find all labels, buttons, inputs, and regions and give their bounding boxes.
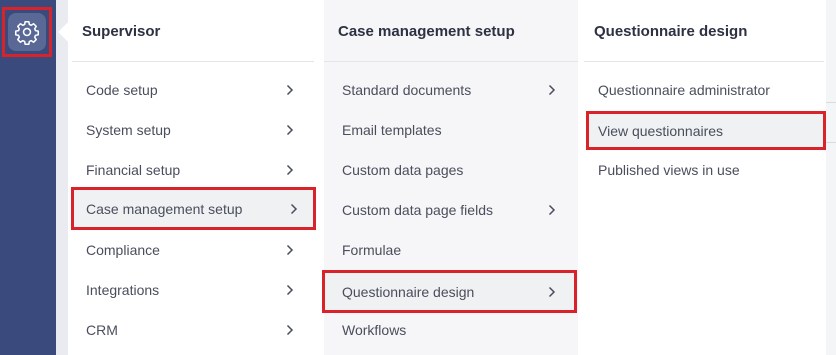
chevron-right-icon xyxy=(282,82,298,98)
menu-item-questionnaire-administrator[interactable]: Questionnaire administrator xyxy=(584,70,826,110)
chevron-right-icon xyxy=(544,284,560,300)
chevron-right-icon xyxy=(544,202,560,218)
menu-item-formulae[interactable]: Formulae xyxy=(324,230,578,270)
menu-item-view-questionnaires[interactable]: View questionnaires xyxy=(586,111,826,150)
menu-item-label: Questionnaire design xyxy=(342,283,475,300)
chevron-right-icon xyxy=(282,242,298,258)
chevron-right-icon xyxy=(282,162,298,178)
menu-column-supervisor: Supervisor Code setup System setup Finan… xyxy=(68,0,316,355)
menu-item-workflows[interactable]: Workflows xyxy=(324,310,578,350)
menu-item-label: Financial setup xyxy=(86,162,181,178)
menu-item-questionnaire-design[interactable]: Questionnaire design xyxy=(322,270,577,313)
column-title: Case management setup xyxy=(338,23,515,40)
menu-item-label: CRM xyxy=(86,322,118,338)
menu-item-label: Email templates xyxy=(342,122,442,138)
chevron-right-icon xyxy=(282,322,298,338)
menu-item-code-setup[interactable]: Code setup xyxy=(72,70,312,110)
divider xyxy=(72,61,314,62)
menu-item-label: Custom data pages xyxy=(342,162,464,178)
menu-item-custom-data-page-fields[interactable]: Custom data page fields xyxy=(324,190,578,230)
chevron-right-icon xyxy=(282,282,298,298)
menu-column-case-management-setup: Case management setup Standard documents… xyxy=(322,0,578,355)
menu-item-label: Workflows xyxy=(342,322,407,338)
column-title: Questionnaire design xyxy=(594,23,748,40)
menu-item-compliance[interactable]: Compliance xyxy=(72,230,312,270)
menu-item-label: Formulae xyxy=(342,242,402,258)
menu-item-label: Compliance xyxy=(86,242,160,258)
menu-item-label: System setup xyxy=(86,122,171,138)
divider xyxy=(324,61,578,62)
chevron-right-icon xyxy=(544,82,560,98)
menu-item-label: View questionnaires xyxy=(598,122,724,139)
settings-button[interactable] xyxy=(2,7,52,57)
column-title: Supervisor xyxy=(82,23,161,40)
menu-item-custom-data-pages[interactable]: Custom data pages xyxy=(324,150,578,190)
menu-item-label: Case management setup xyxy=(86,200,243,217)
menu-item-label: Custom data page fields xyxy=(342,202,493,218)
menu-item-label: Code setup xyxy=(86,82,158,98)
chevron-right-icon xyxy=(286,201,302,217)
menu-item-label: Standard documents xyxy=(342,82,472,98)
menu-item-label: Questionnaire administrator xyxy=(598,82,770,98)
menu-item-financial-setup[interactable]: Financial setup xyxy=(72,150,312,190)
menu-item-case-management-setup[interactable]: Case management setup xyxy=(71,187,316,230)
menu-column-questionnaire-design: Questionnaire design Questionnaire admin… xyxy=(584,0,826,355)
menu-item-label: Published views in use xyxy=(598,162,740,178)
chevron-right-icon xyxy=(282,122,298,138)
menu-item-published-views-in-use[interactable]: Published views in use xyxy=(584,150,826,190)
gear-icon xyxy=(8,13,46,51)
menu-item-label: Integrations xyxy=(86,282,160,298)
background-strip xyxy=(56,0,68,355)
menu-item-integrations[interactable]: Integrations xyxy=(72,270,312,310)
menu-item-crm[interactable]: CRM xyxy=(72,310,312,350)
menu-item-email-templates[interactable]: Email templates xyxy=(324,110,578,150)
menu-item-system-setup[interactable]: System setup xyxy=(72,110,312,150)
divider xyxy=(584,61,824,62)
background-edge xyxy=(826,0,836,355)
menu-item-standard-documents[interactable]: Standard documents xyxy=(324,70,578,110)
app-sidebar xyxy=(0,0,56,355)
